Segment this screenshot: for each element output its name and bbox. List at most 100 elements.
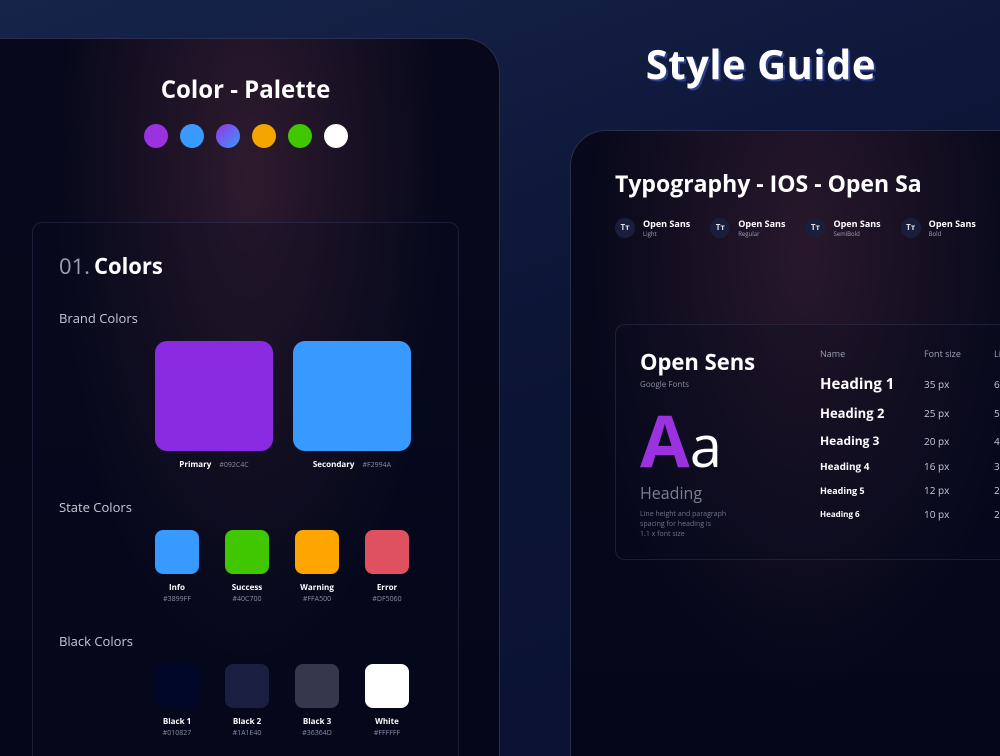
swatch-info-box — [155, 530, 199, 574]
row-name: Heading 4 — [820, 459, 924, 473]
swatch-info-hex: #3899FF — [163, 595, 191, 604]
dot-orange-icon — [252, 124, 276, 148]
pill-regular-weight: Regular — [738, 230, 785, 238]
swatch-black3: Black 3 #36364D — [295, 664, 339, 738]
font-weight-pills: Tт Open Sans Light Tт Open Sans Regular … — [615, 217, 1000, 238]
dot-purple-icon — [144, 124, 168, 148]
swatch-white-hex: #FFFFFF — [374, 729, 400, 738]
page-title: Style Guide — [646, 36, 876, 91]
table-row: Heading 2 25 px 52. — [820, 404, 1000, 422]
swatch-black3-hex: #36364D — [302, 729, 332, 738]
swatch-warning-box — [295, 530, 339, 574]
row-size: 12 px — [924, 483, 994, 497]
row-name: Heading 2 — [820, 404, 924, 422]
pill-bold-weight: Bold — [929, 230, 976, 238]
pill-semibold: Tт Open Sans SemiBold — [805, 217, 880, 238]
tt-icon: Tт — [901, 218, 921, 238]
swatch-error-box — [365, 530, 409, 574]
font-source: Google Fonts — [640, 379, 790, 390]
row-name: Heading 5 — [820, 484, 924, 497]
section-title-text: Colors — [94, 251, 163, 281]
swatch-secondary-hex: #F2994A — [363, 461, 392, 470]
swatch-primary-caption: Primary #092C4C — [179, 459, 248, 470]
typography-title: Typography - IOS - Open Sa — [615, 167, 1000, 199]
typo-table: Name Font size Lin Heading 1 35 px 61. H… — [820, 347, 1000, 539]
row-line: 61. — [994, 377, 1000, 391]
swatch-black1-name: Black 1 — [163, 716, 191, 727]
swatch-info: Info #3899FF — [155, 530, 199, 604]
tt-icon: Tт — [710, 218, 730, 238]
row-name: Heading 3 — [820, 432, 924, 449]
typo-specimen: Open Sens Google Fonts Aa Heading Line h… — [640, 347, 790, 539]
swatch-warning: Warning #FFA500 — [295, 530, 339, 604]
swatch-primary: Primary #092C4C — [155, 341, 273, 470]
swatch-secondary-name: Secondary — [313, 459, 355, 470]
pill-light-name: Open Sans — [643, 217, 690, 230]
row-line: 52. — [994, 406, 1000, 420]
swatch-white-name: White — [375, 716, 399, 727]
state-colors-label: State Colors — [59, 498, 432, 516]
swatch-secondary-caption: Secondary #F2994A — [313, 459, 391, 470]
swatch-secondary: Secondary #F2994A — [293, 341, 411, 470]
row-line: 22 — [994, 507, 1000, 521]
pill-semibold-name: Open Sans — [833, 217, 880, 230]
swatch-success-hex: #40C700 — [233, 595, 262, 604]
palette-title: Color - Palette — [32, 73, 459, 106]
swatch-primary-box — [155, 341, 273, 451]
pill-light-weight: Light — [643, 230, 690, 238]
swatch-white: White #FFFFFF — [365, 664, 409, 738]
palette-dot-row — [32, 124, 459, 148]
pill-regular: Tт Open Sans Regular — [710, 217, 785, 238]
table-row: Heading 5 12 px 26. — [820, 483, 1000, 497]
row-name: Heading 1 — [820, 374, 924, 394]
row-line: 44 — [994, 434, 1000, 448]
heading-note: Line height and paragraph spacing for he… — [640, 510, 760, 539]
tt-icon: Tт — [805, 218, 825, 238]
col-name: Name — [820, 347, 924, 360]
dot-white-icon — [324, 124, 348, 148]
color-palette-panel: Color - Palette 01.Colors Brand Colors P… — [0, 38, 500, 756]
row-size: 25 px — [924, 406, 994, 420]
swatch-success-name: Success — [232, 582, 263, 593]
swatch-black3-box — [295, 664, 339, 708]
brand-row: Primary #092C4C Secondary #F2994A — [155, 341, 432, 470]
row-size: 10 px — [924, 507, 994, 521]
specimen-small-a: a — [690, 405, 722, 484]
dot-green-icon — [288, 124, 312, 148]
row-size: 35 px — [924, 377, 994, 391]
swatch-black1: Black 1 #010827 — [155, 664, 199, 738]
swatch-success-box — [225, 530, 269, 574]
table-row: Heading 6 10 px 22 — [820, 507, 1000, 521]
row-size: 20 px — [924, 434, 994, 448]
swatch-warning-hex: #FFA500 — [303, 595, 331, 604]
dot-gradient-icon — [216, 124, 240, 148]
heading-note-l3: 1.1 x font size — [640, 530, 685, 539]
col-line: Lin — [994, 347, 1000, 360]
pill-light: Tт Open Sans Light — [615, 217, 690, 238]
specimen-aa: Aa — [640, 404, 790, 476]
typography-card: Open Sens Google Fonts Aa Heading Line h… — [615, 324, 1000, 560]
typography-panel: Typography - IOS - Open Sa Tт Open Sans … — [570, 130, 1000, 756]
table-row: Heading 3 20 px 44 — [820, 432, 1000, 449]
swatch-error: Error #DF5060 — [365, 530, 409, 604]
table-row: Heading 4 16 px 35. — [820, 459, 1000, 473]
swatch-primary-hex: #092C4C — [219, 461, 248, 470]
row-name: Heading 6 — [820, 509, 924, 520]
swatch-black3-name: Black 3 — [303, 716, 331, 727]
font-name: Open Sens — [640, 347, 790, 377]
row-line: 26. — [994, 483, 1000, 497]
swatch-primary-name: Primary — [179, 459, 211, 470]
pill-bold: Tт Open Sans Bold — [901, 217, 976, 238]
tt-icon: Tт — [615, 218, 635, 238]
pill-regular-name: Open Sans — [738, 217, 785, 230]
swatch-white-box — [365, 664, 409, 708]
row-line: 35. — [994, 459, 1000, 473]
specimen-big-a: A — [640, 391, 690, 489]
swatch-secondary-box — [293, 341, 411, 451]
row-size: 16 px — [924, 459, 994, 473]
brand-colors-label: Brand Colors — [59, 309, 432, 327]
heading-note-l1: Line height and paragraph — [640, 510, 726, 519]
pill-bold-name: Open Sans — [929, 217, 976, 230]
swatch-black2-hex: #1A1E40 — [233, 729, 262, 738]
swatch-success: Success #40C700 — [225, 530, 269, 604]
